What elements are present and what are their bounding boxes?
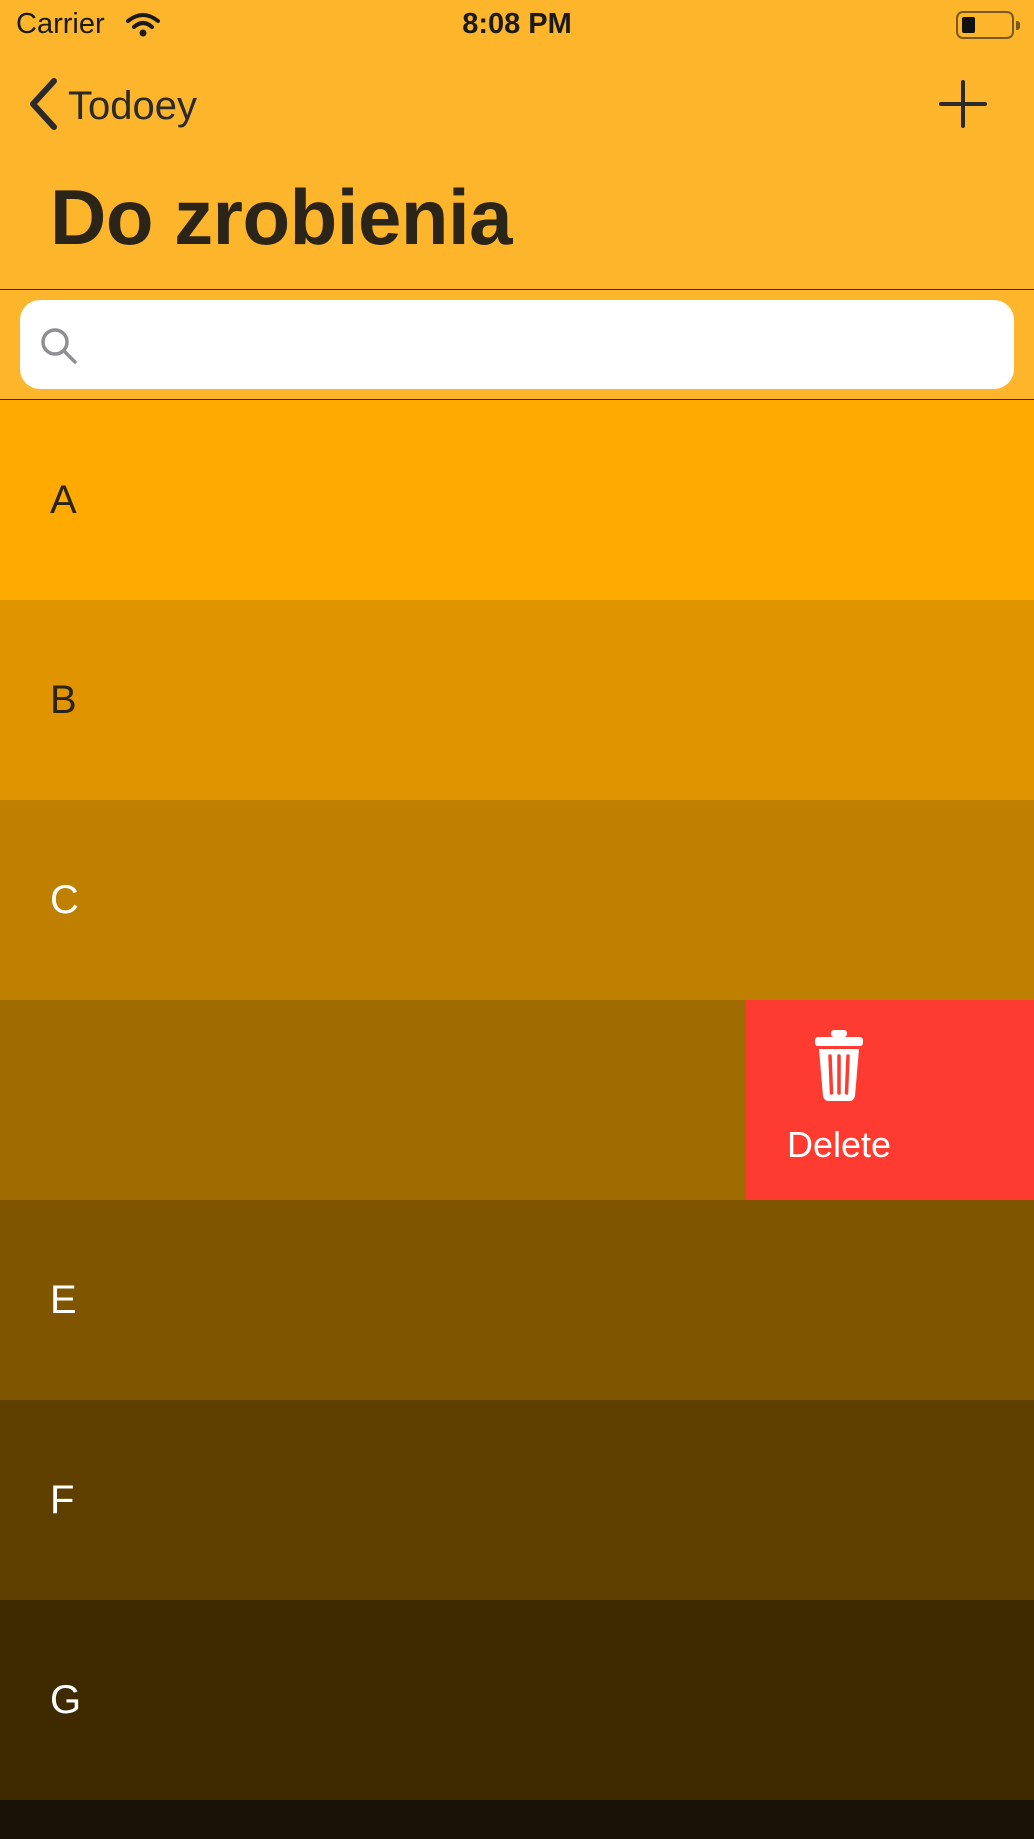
list-item-label: A bbox=[50, 478, 77, 522]
list-item[interactable]: C bbox=[0, 800, 1034, 1000]
list-item-label: F bbox=[50, 1478, 75, 1522]
plus-icon bbox=[939, 80, 987, 128]
status-bar: Carrier 8:08 PM bbox=[0, 0, 1034, 52]
delete-button[interactable]: Delete bbox=[746, 1000, 1034, 1200]
list-item-label: G bbox=[50, 1678, 82, 1722]
add-button[interactable] bbox=[937, 78, 989, 130]
list-item[interactable]: A bbox=[0, 400, 1034, 600]
list-item[interactable]: B bbox=[0, 600, 1034, 800]
back-button[interactable]: Todoey bbox=[28, 77, 197, 135]
search-bar bbox=[0, 290, 1034, 400]
list-item-label: C bbox=[50, 878, 79, 922]
list-item-swiped[interactable]: Delete bbox=[0, 1000, 1034, 1200]
search-field[interactable] bbox=[20, 300, 1014, 389]
back-button-label: Todoey bbox=[68, 83, 197, 128]
list-item-label: B bbox=[50, 678, 77, 722]
list-item[interactable]: G bbox=[0, 1600, 1034, 1800]
search-input[interactable] bbox=[92, 300, 992, 389]
search-icon bbox=[39, 326, 79, 371]
delete-button-label: Delete bbox=[786, 1124, 892, 1165]
battery-icon bbox=[956, 11, 1020, 39]
trash-icon bbox=[814, 1030, 864, 1107]
chevron-left-icon bbox=[28, 77, 58, 135]
list-item[interactable]: F bbox=[0, 1400, 1034, 1600]
clock-label: 8:08 PM bbox=[462, 8, 572, 40]
list-item[interactable]: E bbox=[0, 1200, 1034, 1400]
navigation-bar: Carrier 8:08 PM Todoey Do zrobienia bbox=[0, 0, 1034, 290]
page-title: Do zrobienia bbox=[50, 173, 513, 261]
list-item-label: E bbox=[50, 1278, 77, 1322]
